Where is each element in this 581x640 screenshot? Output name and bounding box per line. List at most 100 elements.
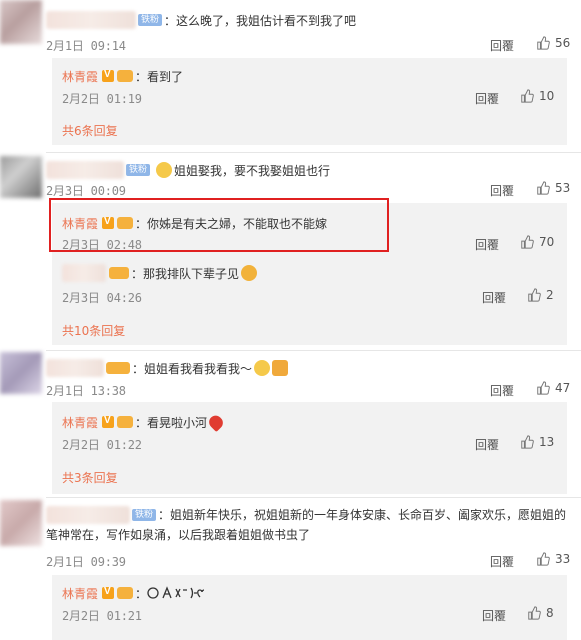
reply-button[interactable]: 回覆 bbox=[475, 90, 499, 107]
reply-button[interactable]: 回覆 bbox=[490, 182, 514, 199]
heart-icon bbox=[206, 412, 226, 432]
reply-text: ：看到了 bbox=[135, 69, 184, 84]
like-count: 2 bbox=[546, 288, 554, 302]
thumbs-up-icon bbox=[537, 381, 550, 395]
like-button[interactable]: 2 bbox=[527, 288, 554, 302]
comment-text: 姐姐娶我，要不我娶姐姐也行 bbox=[174, 163, 331, 178]
like-button[interactable]: 13 bbox=[520, 435, 554, 449]
username-blurred[interactable] bbox=[62, 264, 106, 282]
reply-line: 林青霞 ：看晃啦小河 bbox=[62, 412, 226, 432]
username-blurred[interactable] bbox=[46, 11, 136, 29]
more-replies-link[interactable]: 共3条回复 bbox=[62, 469, 118, 486]
reply-box: 林青霞 ：看到了 2月2日 01:19 回覆 10 共6条回复 bbox=[52, 58, 567, 145]
emoji-icon bbox=[254, 360, 271, 376]
comment-line: 铁粉 ：这么晚了，我姐估计看不到我了吧 bbox=[46, 10, 356, 30]
reply-text: ： bbox=[135, 586, 148, 601]
thumbs-up-icon bbox=[537, 552, 550, 566]
avatar[interactable] bbox=[0, 156, 42, 198]
fan-level-icon bbox=[106, 362, 130, 374]
divider bbox=[46, 350, 581, 351]
comment-text: ：这么晚了，我姐估计看不到我了吧 bbox=[164, 13, 357, 28]
reply-username[interactable]: 林青霞 bbox=[62, 68, 98, 85]
comment-text-continued: 笔神常在，写作如泉涌，以后我跟着姐姐做书虫了 bbox=[46, 528, 311, 542]
like-button[interactable]: 56 bbox=[536, 36, 570, 50]
divider bbox=[46, 152, 581, 153]
like-button[interactable]: 53 bbox=[536, 181, 570, 195]
reply-button[interactable]: 回覆 bbox=[490, 382, 514, 399]
fan-level-icon bbox=[109, 267, 129, 279]
username-blurred[interactable] bbox=[46, 359, 104, 377]
username-blurred[interactable] bbox=[46, 506, 130, 524]
comment-line: ：姐姐看我看我看我～ bbox=[46, 358, 289, 378]
emoji-sticker-icon bbox=[147, 586, 205, 599]
verified-v-icon bbox=[102, 69, 115, 82]
thumbs-up-icon bbox=[521, 435, 534, 449]
like-count: 47 bbox=[555, 381, 571, 395]
reply-line: 林青霞 ： bbox=[62, 583, 205, 603]
verified-v-icon bbox=[102, 415, 115, 428]
reply-button[interactable]: 回覆 bbox=[482, 607, 506, 624]
like-count: 70 bbox=[539, 235, 555, 249]
like-button[interactable]: 70 bbox=[520, 235, 554, 249]
like-button[interactable]: 8 bbox=[527, 606, 554, 620]
comment-text: ：姐姐看我看我看我～ bbox=[132, 361, 253, 376]
like-button[interactable]: 33 bbox=[536, 552, 570, 566]
reply-date: 2月2日 01:21 bbox=[62, 609, 142, 623]
reply-date: 2月2日 01:22 bbox=[62, 438, 142, 452]
verified-v-icon bbox=[102, 586, 115, 599]
avatar[interactable] bbox=[0, 500, 42, 546]
comment-date: 2月3日 00:09 bbox=[46, 184, 126, 198]
comment-date: 2月1日 09:14 bbox=[46, 39, 126, 53]
thumbs-up-icon bbox=[521, 235, 534, 249]
reply-button[interactable]: 回覆 bbox=[490, 553, 514, 570]
reply-username[interactable]: 林青霞 bbox=[62, 414, 98, 431]
thumbs-up-icon bbox=[521, 89, 534, 103]
reply-date: 2月3日 04:26 bbox=[62, 291, 142, 305]
reply-box: 林青霞 ：看晃啦小河 2月2日 01:22 回覆 13 共3条回复 bbox=[52, 402, 567, 494]
reply-line: 林青霞 ：看到了 bbox=[62, 66, 183, 86]
comment-text-block: 铁粉 ：姐姐新年快乐，祝姐姐新的一年身体安康、长命百岁、阖家欢乐，愿姐姐的 笔神… bbox=[46, 505, 566, 545]
like-count: 8 bbox=[546, 606, 554, 620]
fan-level-icon bbox=[117, 416, 134, 428]
comment-line: 铁粉 姐姐娶我，要不我娶姐姐也行 bbox=[46, 160, 330, 180]
reply-text: ：看晃啦小河 bbox=[135, 415, 208, 430]
emoji-icon bbox=[156, 162, 173, 178]
reply-line: ：那我排队下辈子见 bbox=[62, 263, 258, 283]
like-count: 13 bbox=[539, 435, 555, 449]
more-replies-link[interactable]: 共10条回复 bbox=[62, 322, 125, 339]
more-replies-link[interactable]: 共6条回复 bbox=[62, 122, 118, 139]
like-button[interactable]: 10 bbox=[520, 89, 554, 103]
thumbs-up-icon bbox=[528, 606, 541, 620]
thumbs-up-icon bbox=[537, 181, 550, 195]
comment-date: 2月1日 13:38 bbox=[46, 384, 126, 398]
fan-badge: 铁粉 bbox=[126, 164, 151, 176]
reply-box: 林青霞 ： 2月2日 01:21 回覆 8 bbox=[52, 575, 567, 640]
thumbs-up-icon bbox=[537, 36, 550, 50]
like-button[interactable]: 47 bbox=[536, 381, 570, 395]
reply-text: ：那我排队下辈子见 bbox=[131, 266, 240, 281]
thumbs-up-icon bbox=[528, 288, 541, 302]
fan-level-icon bbox=[117, 587, 134, 599]
fan-badge: 铁粉 bbox=[131, 509, 156, 521]
like-count: 53 bbox=[555, 181, 571, 195]
like-count: 10 bbox=[539, 89, 555, 103]
comment-date: 2月1日 09:39 bbox=[46, 555, 126, 569]
username-blurred[interactable] bbox=[46, 161, 124, 179]
avatar[interactable] bbox=[0, 352, 42, 394]
divider bbox=[46, 497, 581, 498]
emoji-icon bbox=[241, 265, 258, 281]
reply-date: 2月2日 01:19 bbox=[62, 92, 142, 106]
emoji-icon bbox=[272, 360, 289, 376]
reply-button[interactable]: 回覆 bbox=[490, 37, 514, 54]
like-count: 33 bbox=[555, 552, 571, 566]
reply-button[interactable]: 回覆 bbox=[475, 236, 499, 253]
comment-text: ：姐姐新年快乐，祝姐姐新的一年身体安康、长命百岁、阖家欢乐，愿姐姐的 bbox=[157, 508, 566, 522]
reply-button[interactable]: 回覆 bbox=[475, 436, 499, 453]
reply-button[interactable]: 回覆 bbox=[482, 289, 506, 306]
highlight-box bbox=[49, 198, 389, 252]
avatar[interactable] bbox=[0, 0, 42, 44]
fan-badge: 铁粉 bbox=[138, 14, 163, 26]
like-count: 56 bbox=[555, 36, 571, 50]
fan-level-icon bbox=[117, 70, 134, 82]
reply-username[interactable]: 林青霞 bbox=[62, 585, 98, 602]
